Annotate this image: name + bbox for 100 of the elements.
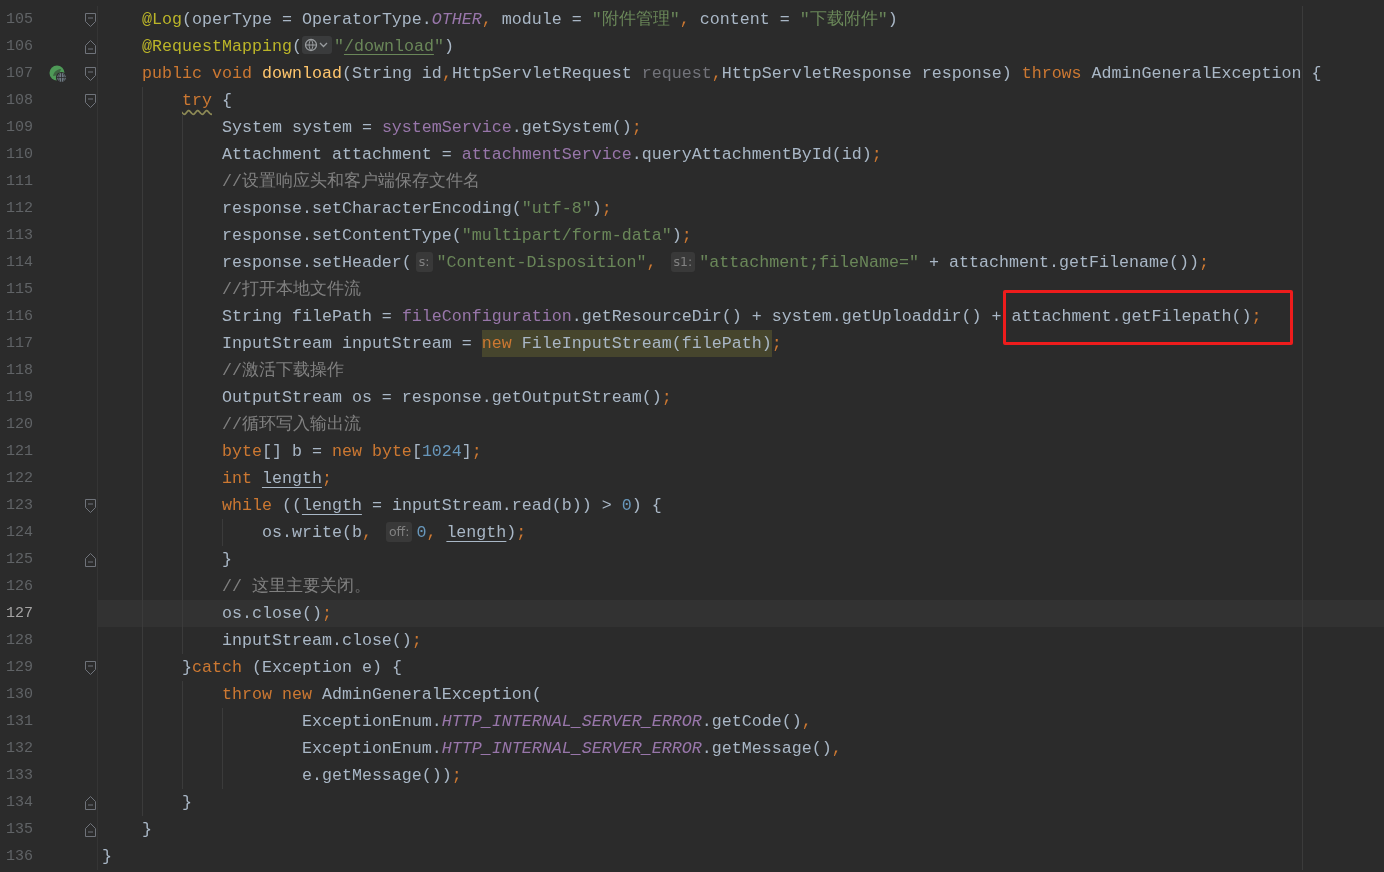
globe-dropdown-icon[interactable]: [301, 36, 332, 54]
line-number: 133: [5, 767, 33, 784]
code-text: HttpServletResponse response): [721, 64, 1013, 83]
code-text: attachment.getFilepath(): [1011, 307, 1252, 326]
fold-marker-icon[interactable]: [84, 822, 96, 837]
code-text: ((: [281, 496, 302, 515]
code-punctuation: ,: [831, 739, 842, 758]
code-punctuation: ;: [631, 118, 642, 137]
code-keyword: int: [220, 469, 253, 488]
code-variable: length: [261, 469, 322, 488]
code-annotation: @RequestMapping: [140, 37, 292, 56]
fold-marker-icon[interactable]: [84, 498, 96, 513]
parameter-hint: s1:: [670, 252, 696, 272]
code-field: attachmentService: [461, 145, 632, 164]
code-text: ): [506, 523, 517, 542]
line-number: 130: [5, 686, 33, 703]
code-string: "attachment;fileName=": [699, 253, 920, 272]
code-text: .getMessage(): [701, 739, 832, 758]
code-punctuation: ;: [516, 523, 527, 542]
line-number: 112: [5, 200, 33, 217]
code-text: ): [591, 199, 602, 218]
code-keyword: byte: [220, 442, 262, 461]
code-text: ): [887, 10, 898, 29]
line-number: 108: [5, 92, 33, 109]
code-punctuation: ;: [1198, 253, 1209, 272]
line-number: 120: [5, 416, 33, 433]
fold-marker-icon[interactable]: [84, 795, 96, 810]
code-text: ): [443, 37, 454, 56]
code-text: = inputStream.read(b)) >: [370, 496, 613, 515]
code-text: + attachment.getFilename()): [928, 253, 1199, 272]
code-text: (operType = OperatorType.: [181, 10, 432, 29]
line-number: 111: [5, 173, 33, 190]
code-string: "Content-Disposition": [436, 253, 647, 272]
code-text: ]: [461, 442, 472, 461]
code-text: e.getMessage()): [300, 766, 452, 785]
code-text: AdminGeneralException(: [321, 685, 542, 704]
code-text: .queryAttachmentById(id): [631, 145, 872, 164]
fold-marker-icon[interactable]: [84, 12, 96, 27]
code-punctuation: ;: [681, 226, 692, 245]
code-keyword: new: [481, 334, 513, 353]
code-text: String filePath =: [220, 307, 393, 326]
line-number: 114: [5, 254, 33, 271]
code-text: .getResourceDir() + system.getUploaddir() +: [571, 307, 1003, 326]
code-text: response.setCharacterEncoding(: [220, 199, 522, 218]
code-text: }: [180, 793, 192, 812]
code-punctuation: ;: [321, 469, 332, 488]
code-string: "下载附件": [799, 10, 888, 29]
code-constant: HTTP_INTERNAL_SERVER_ERROR: [441, 739, 702, 758]
code-text: inputStream.close(): [220, 631, 412, 650]
line-number: 134: [5, 794, 33, 811]
code-text: FileInputStream(filePath): [521, 334, 772, 353]
code-punctuation: ;: [321, 604, 332, 623]
code-keyword: catch: [191, 658, 243, 677]
code-text: response.setContentType(: [220, 226, 462, 245]
line-number: 131: [5, 713, 33, 730]
line-number: 132: [5, 740, 33, 757]
code-keyword: try: [180, 91, 212, 110]
bean-globe-icon[interactable]: [49, 64, 67, 83]
fold-marker-icon[interactable]: [84, 93, 96, 108]
code-string: ": [433, 37, 444, 56]
line-number: 105: [5, 11, 33, 28]
code-number: 0: [416, 523, 427, 542]
line-number: 109: [5, 119, 33, 136]
code-punctuation: ,: [679, 10, 690, 29]
code-comment: // 这里主要关闭。: [220, 577, 371, 596]
code-field: fileConfiguration: [401, 307, 572, 326]
line-number: 135: [5, 821, 33, 838]
line-number: 118: [5, 362, 33, 379]
fold-marker-icon[interactable]: [84, 39, 96, 54]
code-text: System system =: [220, 118, 373, 137]
line-number: 121: [5, 443, 33, 460]
code-string: "附件管理": [591, 10, 680, 29]
fold-marker-icon[interactable]: [84, 552, 96, 567]
code-text: OutputStream os = response.getOutputStream(): [220, 388, 662, 407]
code-text: }: [180, 658, 192, 677]
fold-marker-icon[interactable]: [84, 660, 96, 675]
code-punctuation: ,: [426, 523, 438, 542]
fold-marker-icon[interactable]: [84, 66, 96, 81]
code-punctuation: ;: [1251, 307, 1262, 326]
code-comment: //打开本地文件流: [220, 280, 361, 299]
code-text: [] b =: [261, 442, 323, 461]
code-text: Attachment attachment =: [220, 145, 453, 164]
code-text: InputStream inputStream =: [220, 334, 473, 353]
code-text: (String id: [341, 64, 442, 83]
code-text: }: [220, 550, 232, 569]
code-punctuation: ;: [661, 388, 672, 407]
line-number: 117: [5, 335, 33, 352]
code-text: ): [671, 226, 682, 245]
code-punctuation: ,: [646, 253, 658, 272]
code-keyword: throws: [1021, 64, 1083, 83]
code-comment: //循环写入输出流: [220, 415, 361, 434]
code-text: os.write(b: [260, 523, 362, 542]
line-number: 113: [5, 227, 33, 244]
code-punctuation: ;: [411, 631, 422, 650]
code-punctuation: ,: [801, 712, 812, 731]
code-variable: length: [301, 496, 362, 515]
code-text: HttpServletRequest: [451, 64, 633, 83]
line-number: 122: [5, 470, 33, 487]
code-constant: HTTP_INTERNAL_SERVER_ERROR: [441, 712, 702, 731]
line-number: 128: [5, 632, 33, 649]
